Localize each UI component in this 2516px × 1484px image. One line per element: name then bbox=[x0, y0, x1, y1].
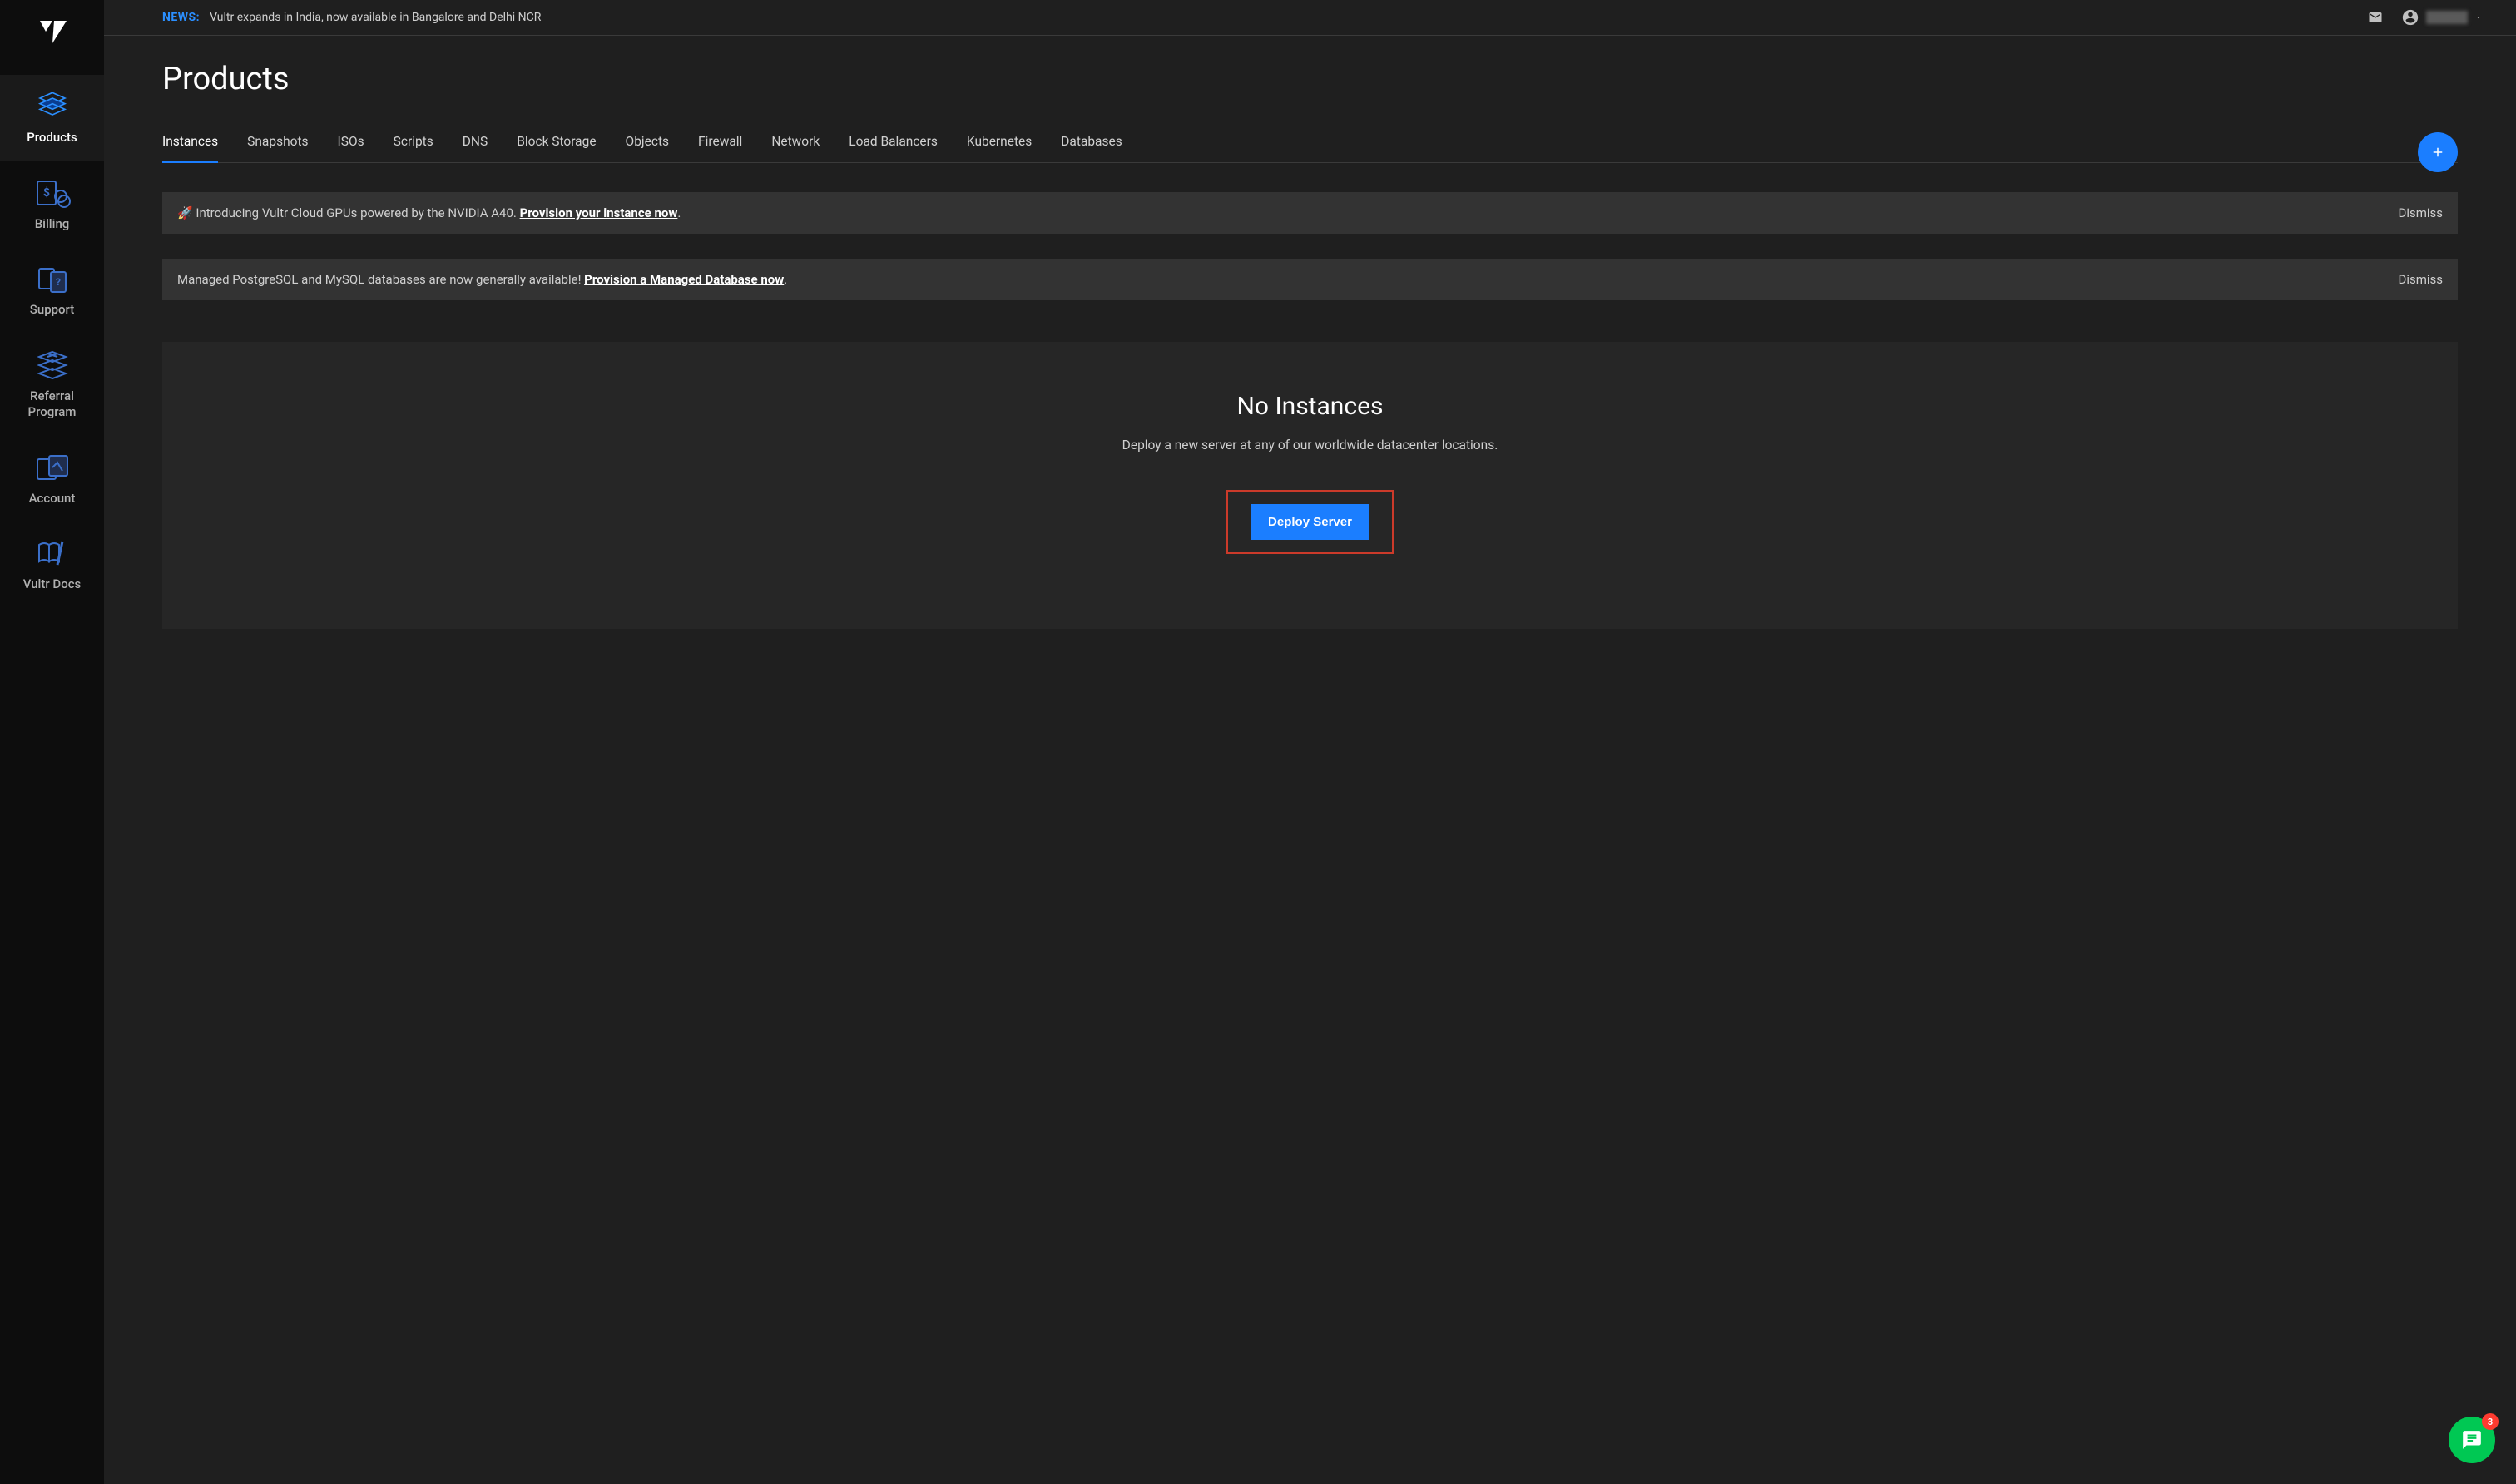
docs-icon bbox=[32, 537, 73, 570]
mail-icon[interactable] bbox=[2366, 10, 2385, 25]
sidebar: Products $ Billing ? Support bbox=[0, 0, 104, 1484]
chevron-down-icon bbox=[2474, 13, 2483, 22]
empty-state: No Instances Deploy a new server at any … bbox=[162, 342, 2458, 629]
dismiss-button[interactable]: Dismiss bbox=[2398, 205, 2443, 220]
svg-text:?: ? bbox=[56, 276, 61, 288]
tab-databases[interactable]: Databases bbox=[1061, 122, 1122, 163]
referral-icon bbox=[32, 349, 73, 382]
vultr-logo-icon bbox=[36, 17, 69, 50]
topbar: NEWS: Vultr expands in India, now availa… bbox=[104, 0, 2516, 36]
sidebar-item-referral[interactable]: Referral Program bbox=[0, 334, 104, 436]
news-banner[interactable]: NEWS: Vultr expands in India, now availa… bbox=[162, 11, 541, 24]
billing-icon: $ bbox=[32, 176, 73, 210]
user-name-redacted bbox=[2426, 11, 2468, 24]
chat-button[interactable]: 3 bbox=[2449, 1417, 2495, 1463]
tab-load-balancers[interactable]: Load Balancers bbox=[849, 122, 938, 163]
account-icon bbox=[32, 451, 73, 484]
notice-prefix: Managed PostgreSQL and MySQL databases a… bbox=[177, 272, 584, 287]
sidebar-item-account[interactable]: Account bbox=[0, 436, 104, 522]
sidebar-item-label: Billing bbox=[35, 216, 70, 233]
chat-badge: 3 bbox=[2482, 1413, 2499, 1430]
sidebar-item-billing[interactable]: $ Billing bbox=[0, 161, 104, 248]
chat-icon bbox=[2461, 1429, 2483, 1451]
user-avatar-icon bbox=[2401, 8, 2419, 27]
sidebar-item-label: Account bbox=[29, 491, 76, 507]
tab-isos[interactable]: ISOs bbox=[338, 122, 364, 163]
tab-instances[interactable]: Instances bbox=[162, 122, 218, 163]
notice-prefix: 🚀 Introducing Vultr Cloud GPUs powered b… bbox=[177, 205, 520, 220]
notice-link[interactable]: Provision a Managed Database now bbox=[584, 272, 784, 287]
product-tabs: Instances Snapshots ISOs Scripts DNS Blo… bbox=[162, 122, 1122, 162]
page-title: Products bbox=[162, 61, 2458, 97]
tab-objects[interactable]: Objects bbox=[626, 122, 669, 163]
news-text: Vultr expands in India, now available in… bbox=[210, 11, 541, 24]
sidebar-item-label: Vultr Docs bbox=[23, 576, 82, 593]
sidebar-item-label: Products bbox=[27, 130, 77, 146]
tab-network[interactable]: Network bbox=[771, 122, 820, 163]
support-icon: ? bbox=[32, 262, 73, 295]
sidebar-item-support[interactable]: ? Support bbox=[0, 247, 104, 334]
deploy-fab-button[interactable] bbox=[2418, 132, 2458, 172]
stack-icon bbox=[32, 90, 73, 123]
sidebar-item-docs[interactable]: Vultr Docs bbox=[0, 522, 104, 608]
dismiss-button[interactable]: Dismiss bbox=[2398, 272, 2443, 287]
empty-state-title: No Instances bbox=[162, 392, 2458, 421]
sidebar-item-label: Support bbox=[30, 302, 74, 319]
tab-firewall[interactable]: Firewall bbox=[698, 122, 742, 163]
deploy-highlight-frame: Deploy Server bbox=[1226, 490, 1394, 554]
empty-state-subtitle: Deploy a new server at any of our worldw… bbox=[162, 438, 2458, 453]
sidebar-item-label: Referral Program bbox=[7, 388, 97, 421]
plus-icon bbox=[2430, 145, 2445, 160]
main-content: NEWS: Vultr expands in India, now availa… bbox=[104, 0, 2516, 1484]
notice-gpu: 🚀 Introducing Vultr Cloud GPUs powered b… bbox=[162, 192, 2458, 234]
tab-snapshots[interactable]: Snapshots bbox=[247, 122, 308, 163]
deploy-server-button[interactable]: Deploy Server bbox=[1251, 504, 1369, 540]
notice-link[interactable]: Provision your instance now bbox=[520, 205, 678, 220]
notice-suffix: . bbox=[784, 272, 787, 287]
svg-text:$: $ bbox=[43, 186, 50, 200]
tab-scripts[interactable]: Scripts bbox=[394, 122, 433, 163]
tab-block-storage[interactable]: Block Storage bbox=[517, 122, 596, 163]
sidebar-item-products[interactable]: Products bbox=[0, 75, 104, 161]
user-menu[interactable] bbox=[2401, 8, 2483, 27]
notice-database: Managed PostgreSQL and MySQL databases a… bbox=[162, 259, 2458, 300]
notice-suffix: . bbox=[677, 205, 681, 220]
tab-kubernetes[interactable]: Kubernetes bbox=[967, 122, 1032, 163]
news-label: NEWS: bbox=[162, 11, 200, 24]
tab-dns[interactable]: DNS bbox=[463, 122, 488, 163]
